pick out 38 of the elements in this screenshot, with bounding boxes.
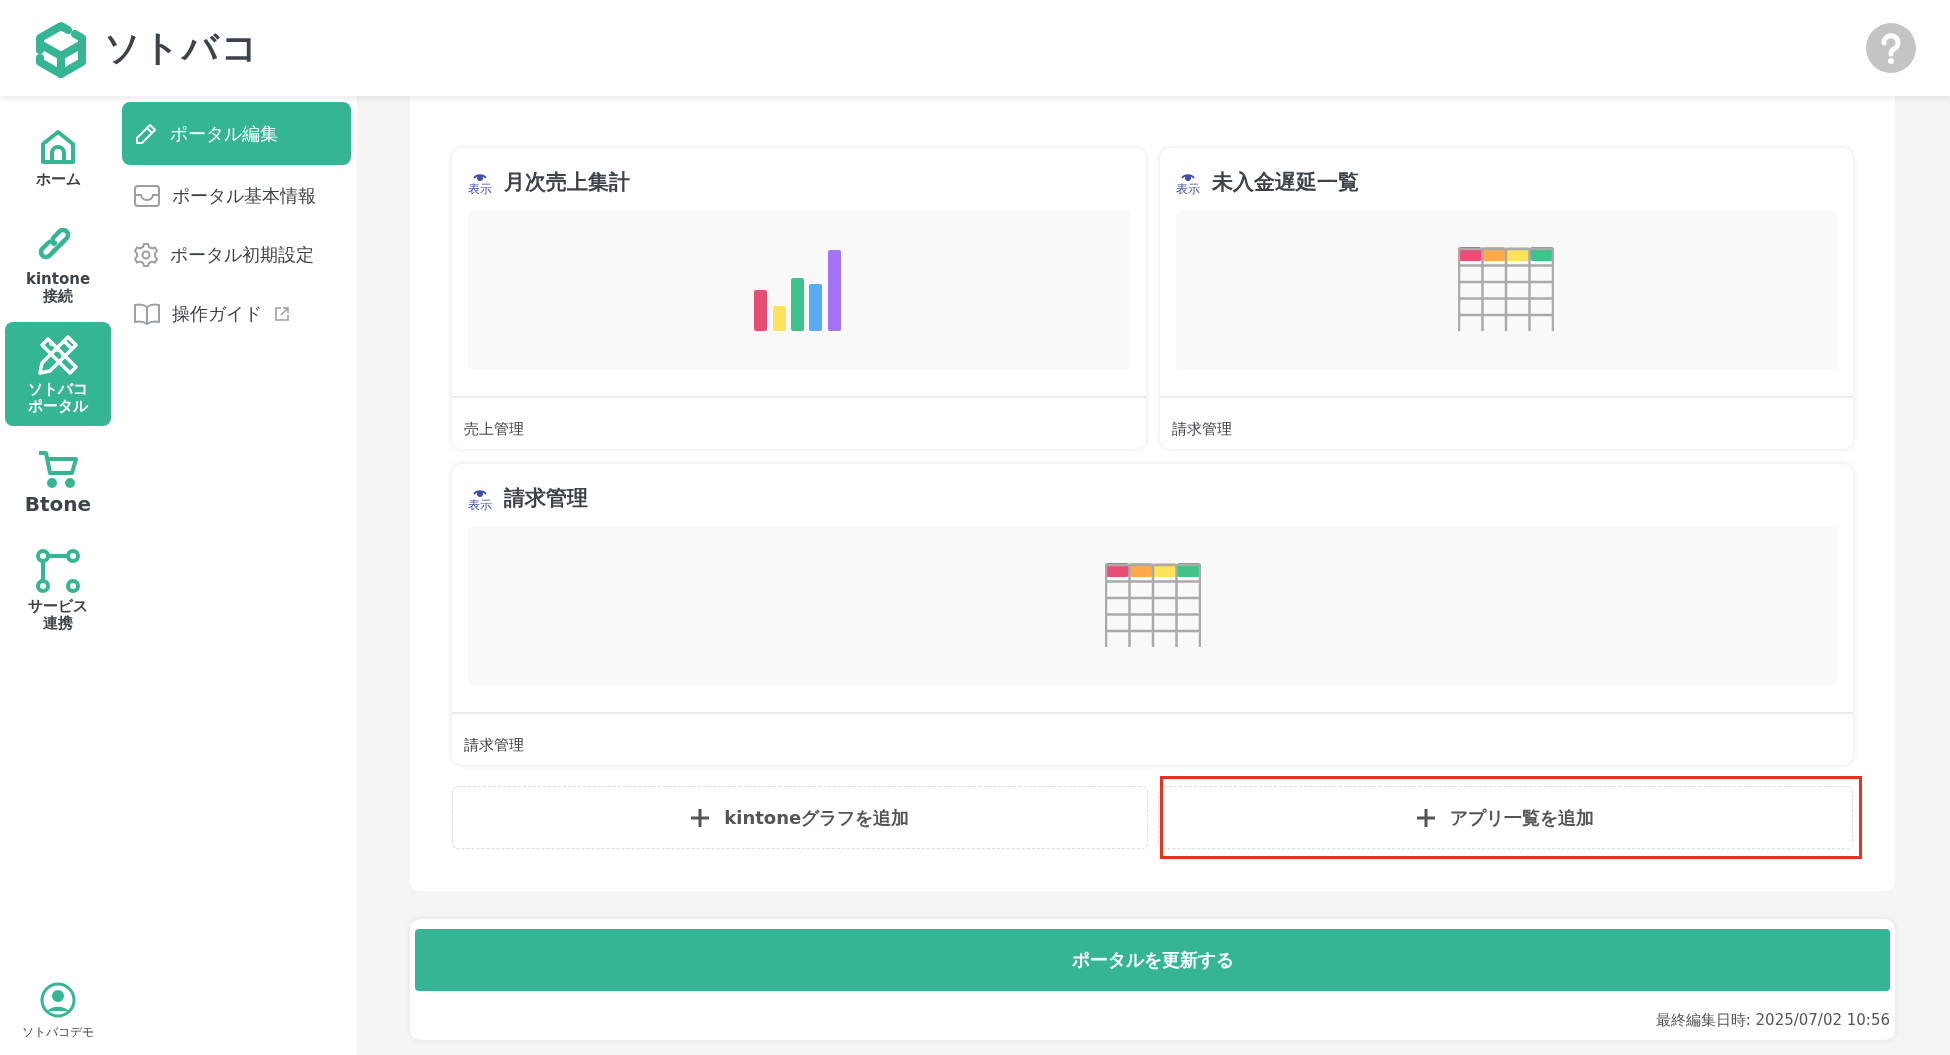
tray-icon <box>134 184 160 207</box>
settings-icon <box>134 242 158 267</box>
user-avatar-icon[interactable] <box>40 982 76 1018</box>
pencil-ruler-icon <box>36 332 80 377</box>
logo-text: ソトバコ <box>104 25 260 70</box>
eye-icon <box>473 171 487 182</box>
eye-icon <box>1180 171 1195 182</box>
visibility-toggle[interactable]: 表示 <box>468 171 492 196</box>
app-name: 請求管理 <box>1171 420 1232 438</box>
nav-rail-item[interactable]: ホーム <box>5 106 111 210</box>
eye-icon <box>473 487 487 498</box>
nav-rail-item[interactable]: Btone <box>5 430 111 534</box>
visibility-toggle[interactable]: 表示 <box>1175 171 1200 196</box>
nav-rail-item[interactable]: サービス連携 <box>5 538 111 642</box>
pencil-icon <box>134 121 158 146</box>
bar-chart-icon <box>753 249 844 331</box>
app-name: 請求管理 <box>464 736 524 754</box>
menu-item[interactable]: ポータル初期設定 <box>122 226 351 283</box>
node-graph-icon <box>35 547 81 594</box>
menu-item[interactable]: ポータル基本情報 <box>122 167 351 224</box>
plus-icon <box>690 807 711 828</box>
last-edited-text: 最終編集日時: 2025/07/02 10:56 <box>1655 1011 1890 1030</box>
help-icon[interactable] <box>1866 23 1916 73</box>
book-icon <box>134 302 160 325</box>
add-widget-button[interactable]: kintoneグラフを追加 <box>452 786 1148 849</box>
widget-title: 未入金遅延一覧 <box>1211 169 1359 196</box>
widget-title: 請求管理 <box>504 485 588 512</box>
visibility-toggle[interactable]: 表示 <box>468 487 492 512</box>
table-icon <box>1458 247 1555 333</box>
widget-title: 月次売上集計 <box>504 169 630 196</box>
user-name: ソトバコデモ <box>22 1024 94 1041</box>
cart-icon <box>37 448 79 489</box>
app-name: 売上管理 <box>464 420 524 438</box>
table-icon <box>1104 563 1201 649</box>
add-widget-button[interactable]: アプリ一覧を追加 <box>1157 786 1853 849</box>
nav-rail-item[interactable]: kintone接続 <box>5 214 111 318</box>
menu-item[interactable]: 操作ガイド <box>122 285 351 342</box>
plus-icon <box>1416 807 1437 828</box>
